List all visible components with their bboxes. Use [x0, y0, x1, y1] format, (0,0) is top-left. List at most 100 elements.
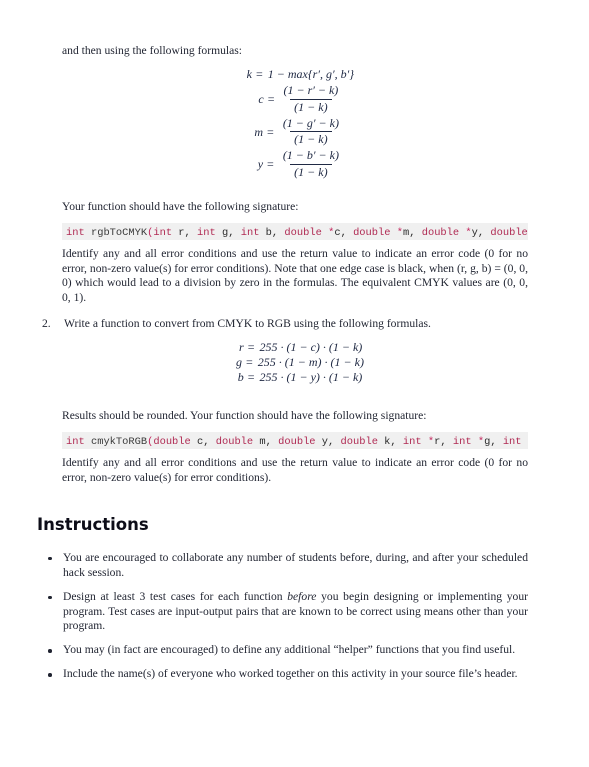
- code-token: rgbToCMYK: [90, 226, 148, 239]
- equals-sign: =: [267, 124, 274, 139]
- code-token: ,: [440, 436, 453, 449]
- fraction-y-denominator: (1 − k): [290, 163, 332, 180]
- fraction-m: (1 − g′ − k) (1 − k): [279, 115, 343, 148]
- fraction-m-numerator: (1 − g′ − k): [282, 115, 339, 130]
- equation-c-lhs: c: [258, 92, 264, 107]
- equals-sign: =: [247, 340, 255, 355]
- text-run: Include the name(s) of everyone who work…: [63, 667, 518, 681]
- equation-k-rhs: 1 − max{r′, g′, b′}: [267, 66, 354, 81]
- equation-r-lhs: r: [239, 340, 244, 355]
- numbered-list: 2. Write a function to convert from CMYK…: [42, 317, 528, 332]
- code-token: ,: [390, 436, 403, 449]
- code-token: ,: [490, 436, 503, 449]
- equation-g-rhs: 255 · (1 − m) · (1 − k): [257, 355, 364, 370]
- formula-block-rgb-to-cmyk: k = 1 − max{r′, g′, b′} c = (1 − r′ − k)…: [62, 68, 528, 180]
- instruction-item: You may (in fact are encouraged) to defi…: [48, 643, 528, 658]
- instruction-item-text: Design at least 3 test cases for each fu…: [63, 590, 528, 635]
- signature-intro-1: Your function should have the following …: [62, 199, 299, 213]
- code-token: b: [259, 226, 272, 239]
- code-token: m: [253, 436, 266, 449]
- fraction-y-numerator: (1 − b′ − k): [282, 148, 339, 163]
- instruction-item-text: You may (in fact are encouraged) to defi…: [63, 643, 528, 658]
- code-token: int: [153, 226, 173, 239]
- equation-g-lhs: g: [236, 355, 243, 370]
- equation-b-rhs: 255 · (1 − y) · (1 − k): [259, 370, 363, 385]
- equation-g: g = 255 · (1 − m) · (1 − k): [62, 356, 528, 368]
- equation-b-lhs: b: [237, 370, 244, 385]
- code-token: cmykToRGB: [90, 436, 148, 449]
- list-item-2: 2. Write a function to convert from CMYK…: [42, 317, 528, 332]
- fraction-c-denominator: (1 − k): [290, 98, 332, 115]
- code-token: ,: [340, 226, 354, 239]
- equation-b: b = 255 · (1 − y) · (1 − k): [62, 371, 528, 383]
- instruction-item: Design at least 3 test cases for each fu…: [48, 590, 528, 635]
- code-signature-rgb-to-cmyk: int rgbToCMYK(int r, int g, int b, doubl…: [62, 222, 528, 240]
- code-token: r: [172, 226, 185, 239]
- code-token: int: [197, 226, 216, 239]
- list-item-2-marker: 2.: [42, 317, 51, 331]
- equation-m: m = (1 − g′ − k) (1 − k): [62, 115, 528, 148]
- equals-sign: =: [267, 157, 274, 172]
- instruction-item-text: You are encouraged to collaborate any nu…: [63, 551, 528, 581]
- equation-y: y = (1 − b′ − k) (1 − k): [62, 148, 528, 180]
- equals-sign: =: [246, 355, 253, 370]
- code-token: double: [284, 226, 322, 239]
- equation-r-rhs: 255 · (1 − c) · (1 − k): [259, 340, 363, 355]
- equals-sign: =: [247, 370, 255, 385]
- code-token: double: [278, 436, 316, 449]
- code-token: double: [353, 226, 391, 239]
- code-token: double: [421, 226, 460, 239]
- equation-r: r = 255 · (1 − c) · (1 − k): [62, 341, 528, 353]
- bullet-dot-icon: [48, 649, 52, 653]
- code-token: k: [377, 436, 391, 449]
- signature-intro-2: Results should be rounded. Your function…: [62, 409, 427, 423]
- formula-block-cmyk-to-rgb: r = 255 · (1 − c) · (1 − k) g = 255 · (1…: [62, 341, 528, 383]
- code-token: ,: [203, 436, 216, 449]
- code-token: ,: [271, 226, 285, 239]
- code-token: ,: [328, 436, 341, 449]
- code-token: int: [452, 436, 472, 449]
- equation-m-lhs: m: [254, 124, 264, 139]
- code-token: double: [340, 436, 378, 449]
- equation-c: c = (1 − r′ − k) (1 − k): [62, 82, 528, 115]
- intro-line: and then using the following formulas:: [62, 44, 242, 57]
- equals-sign: =: [255, 66, 263, 81]
- code-signature-cmyk-to-rgb: int cmykToRGB(double c, double m, double…: [62, 432, 528, 450]
- bullet-dot-icon: [48, 556, 52, 561]
- code-token: g: [215, 226, 229, 239]
- code-token: ,: [265, 436, 279, 449]
- bullet-dot-icon: [48, 673, 52, 677]
- code-token: double: [215, 436, 254, 449]
- code-token: ,: [228, 226, 241, 239]
- fraction-c: (1 − r′ − k) (1 − k): [279, 82, 342, 115]
- fraction-c-numerator: (1 − r′ − k): [283, 82, 339, 97]
- list-item-2-text: Write a function to convert from CMYK to…: [64, 317, 431, 331]
- text-run: You are encouraged to collaborate any nu…: [63, 550, 528, 579]
- code-token: ,: [184, 226, 198, 239]
- fraction-m-denominator: (1 − k): [290, 131, 332, 147]
- text-run: Design at least 3 test cases for each fu…: [63, 589, 288, 603]
- code-token: int: [402, 436, 422, 449]
- fraction-y: (1 − b′ − k) (1 − k): [279, 148, 343, 180]
- section-heading-instructions: Instructions: [37, 514, 149, 534]
- bullet-dot-icon: [48, 595, 52, 600]
- code-token: int: [240, 226, 260, 239]
- equals-sign: =: [267, 92, 275, 107]
- error-paragraph-1: Identify any and all error conditions an…: [62, 246, 528, 305]
- code-token: y: [315, 436, 329, 449]
- code-token: double: [153, 436, 191, 449]
- code-token: ,: [477, 226, 491, 239]
- text-run: You may (in fact are encouraged) to defi…: [63, 643, 516, 657]
- document-page: and then using the following formulas: k…: [0, 0, 589, 767]
- error-paragraph-2: Identify any and all error conditions an…: [62, 456, 528, 484]
- instructions-list: You are encouraged to collaborate any nu…: [48, 551, 528, 682]
